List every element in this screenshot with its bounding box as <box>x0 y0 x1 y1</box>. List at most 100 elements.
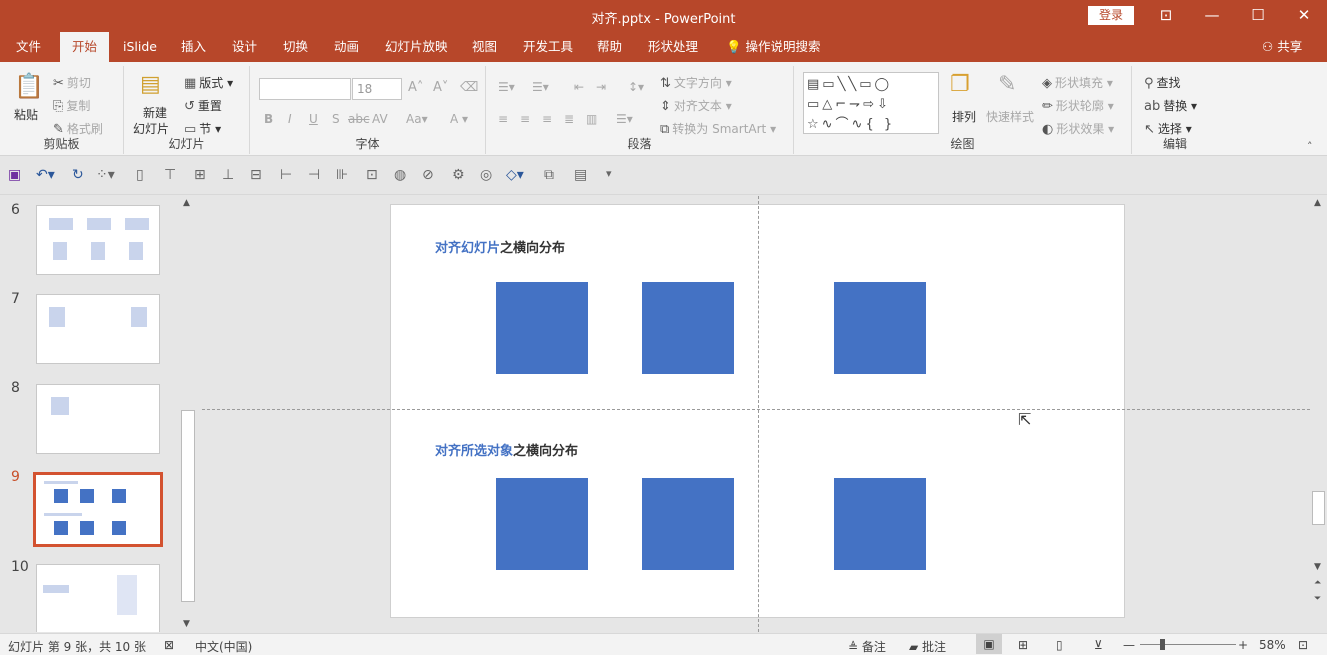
new-slide-icon[interactable]: ▤ <box>140 72 161 97</box>
clear-format-icon[interactable]: ⌫ <box>460 80 478 95</box>
edit-shape-icon[interactable]: ◇▾ <box>506 167 524 183</box>
save-icon[interactable]: ▣ <box>8 167 21 183</box>
bold-icon[interactable]: B <box>264 112 273 126</box>
zoom-slider[interactable] <box>1140 644 1236 645</box>
tab-help[interactable]: 帮助 <box>597 32 622 62</box>
minimize-button[interactable]: — <box>1189 0 1235 32</box>
find-button[interactable]: ⚲ 查找 <box>1144 74 1181 91</box>
replace-button[interactable]: ab 替换 ▾ <box>1144 97 1197 114</box>
merge-intersect-icon[interactable]: ◎ <box>480 167 492 183</box>
cut-button[interactable]: ✂ 剪切 <box>53 74 91 91</box>
scroll-up-icon[interactable]: ▲ <box>1314 198 1321 208</box>
change-case-icon[interactable]: Aa▾ <box>406 112 428 126</box>
numbering-icon[interactable]: ☰▾ <box>532 80 549 94</box>
tab-transitions[interactable]: 切换 <box>283 32 308 62</box>
shape-fill-button[interactable]: ◈ 形状填充 ▾ <box>1042 74 1113 91</box>
tab-islide[interactable]: iSlide <box>123 32 157 62</box>
align-left-tool-icon[interactable]: ⊢ <box>280 167 292 183</box>
font-size-input[interactable]: 18 <box>352 78 402 100</box>
zoom-in-button[interactable]: + <box>1238 638 1248 652</box>
notes-button[interactable]: ≜ 备注 <box>848 638 886 655</box>
redo-icon[interactable]: ↻ <box>72 167 84 183</box>
ribbon-display-icon[interactable]: ⊡ <box>1143 0 1189 32</box>
columns-icon[interactable]: ▥ <box>586 112 597 126</box>
comments-button[interactable]: ▰ 批注 <box>909 638 946 655</box>
tab-design[interactable]: 设计 <box>232 32 257 62</box>
tab-animations[interactable]: 动画 <box>334 32 359 62</box>
normal-view-icon[interactable]: ▣ <box>976 634 1002 654</box>
align-top-icon[interactable]: ⊤ <box>164 167 176 183</box>
font-color-icon[interactable]: A ▾ <box>450 112 468 126</box>
slide-thumbnail-pane[interactable]: 6 7 8 9 10 <box>0 196 180 632</box>
thumbnail-slide-6[interactable] <box>36 205 160 275</box>
scroll-down-icon[interactable]: ▼ <box>1314 562 1321 572</box>
align-left-icon[interactable]: ≡ <box>498 112 508 126</box>
zoom-slider-thumb[interactable] <box>1160 639 1165 650</box>
align-text-button[interactable]: ⇕ 对齐文本 ▾ <box>660 97 732 114</box>
char-spacing-icon[interactable]: AV <box>372 112 388 126</box>
scroll-up-icon[interactable]: ▲ <box>183 198 190 208</box>
italic-icon[interactable]: I <box>288 112 292 126</box>
undo-icon[interactable]: ↶▾ <box>36 167 55 183</box>
thumbnail-scroll-thumb[interactable] <box>181 410 195 602</box>
align-bottom-icon[interactable]: ⊥ <box>222 167 234 183</box>
accessibility-icon[interactable]: ⊠ <box>164 638 174 652</box>
shape-outline-button[interactable]: ✏ 形状轮廓 ▾ <box>1042 97 1114 114</box>
blue-square[interactable] <box>834 478 926 570</box>
thumbnail-slide-10[interactable] <box>36 564 160 632</box>
vertical-guide[interactable] <box>758 196 759 632</box>
section-title-2[interactable]: 对齐所选对象之横向分布 <box>435 440 578 459</box>
canvas-scrollbar[interactable]: ▲ ▼ ⏶ ⏷ <box>1310 196 1327 632</box>
blue-square[interactable] <box>834 282 926 374</box>
canvas-scroll-thumb[interactable] <box>1312 491 1325 525</box>
grow-font-icon[interactable]: A˄ <box>408 80 423 95</box>
quick-styles-button[interactable]: 快速样式 <box>986 108 1034 125</box>
previous-slide-icon[interactable]: ⏶ <box>1314 578 1321 588</box>
blue-square[interactable] <box>496 282 588 374</box>
slideshow-icon[interactable]: ⊻ <box>1094 638 1103 652</box>
tell-me-search[interactable]: 💡 操作说明搜索 <box>726 32 821 62</box>
collapse-ribbon-icon[interactable]: ˄ <box>1307 140 1313 153</box>
blue-square[interactable] <box>642 282 734 374</box>
tab-insert[interactable]: 插入 <box>181 32 206 62</box>
arrange-button[interactable]: 排列 <box>952 108 976 125</box>
distributed-icon[interactable]: ☰▾ <box>616 112 633 126</box>
merge-fragment-icon[interactable]: ⚙ <box>452 167 465 183</box>
bullets-icon[interactable]: ☰▾ <box>498 80 515 94</box>
scroll-down-icon[interactable]: ▼ <box>183 619 190 629</box>
justify-icon[interactable]: ≣ <box>564 112 574 126</box>
section-title-1[interactable]: 对齐幻灯片之横向分布 <box>435 237 565 256</box>
paste-button[interactable]: 粘贴 <box>14 106 38 123</box>
decrease-indent-icon[interactable]: ⇤ <box>574 80 584 94</box>
selection-pane-icon[interactable]: ⧉ <box>544 167 554 183</box>
reset-button[interactable]: ↺ 重置 <box>184 97 222 114</box>
language-indicator[interactable]: 中文(中国) <box>195 638 252 655</box>
align-right-tool-icon[interactable]: ⊣ <box>308 167 320 183</box>
align-right-icon[interactable]: ≡ <box>542 112 552 126</box>
arrange-icon[interactable]: ❐ <box>950 72 970 97</box>
thumbnail-slide-7[interactable] <box>36 294 160 364</box>
distribute-h-icon[interactable]: ⊪ <box>336 167 348 183</box>
strikethrough-icon[interactable]: abc <box>348 112 370 126</box>
new-file-icon[interactable]: ▯ <box>136 167 144 183</box>
text-direction-button[interactable]: ⇅ 文字方向 ▾ <box>660 74 732 91</box>
login-button[interactable]: 登录 <box>1088 6 1134 25</box>
tab-slideshow[interactable]: 幻灯片放映 <box>385 32 448 62</box>
paste-icon[interactable]: 📋 <box>14 72 44 100</box>
merge-union-icon[interactable]: ◍ <box>394 167 406 183</box>
format-icon[interactable]: ⁘▾ <box>96 167 115 183</box>
tab-file[interactable]: 文件 <box>16 32 41 62</box>
shrink-font-icon[interactable]: A˅ <box>433 80 448 95</box>
thumbnail-slide-8[interactable] <box>36 384 160 454</box>
close-button[interactable]: ✕ <box>1281 0 1327 32</box>
blue-square[interactable] <box>642 478 734 570</box>
tab-view[interactable]: 视图 <box>472 32 497 62</box>
underline-icon[interactable]: U <box>309 112 318 126</box>
increase-indent-icon[interactable]: ⇥ <box>596 80 606 94</box>
fit-to-window-icon[interactable]: ⊡ <box>1298 638 1308 652</box>
tab-developer[interactable]: 开发工具 <box>523 32 573 62</box>
tab-shape-tools[interactable]: 形状处理 <box>648 32 698 62</box>
shadow-icon[interactable]: S <box>332 112 340 126</box>
thumbnail-scrollbar[interactable]: ▲ ▼ <box>180 196 196 632</box>
font-name-input[interactable] <box>259 78 351 100</box>
